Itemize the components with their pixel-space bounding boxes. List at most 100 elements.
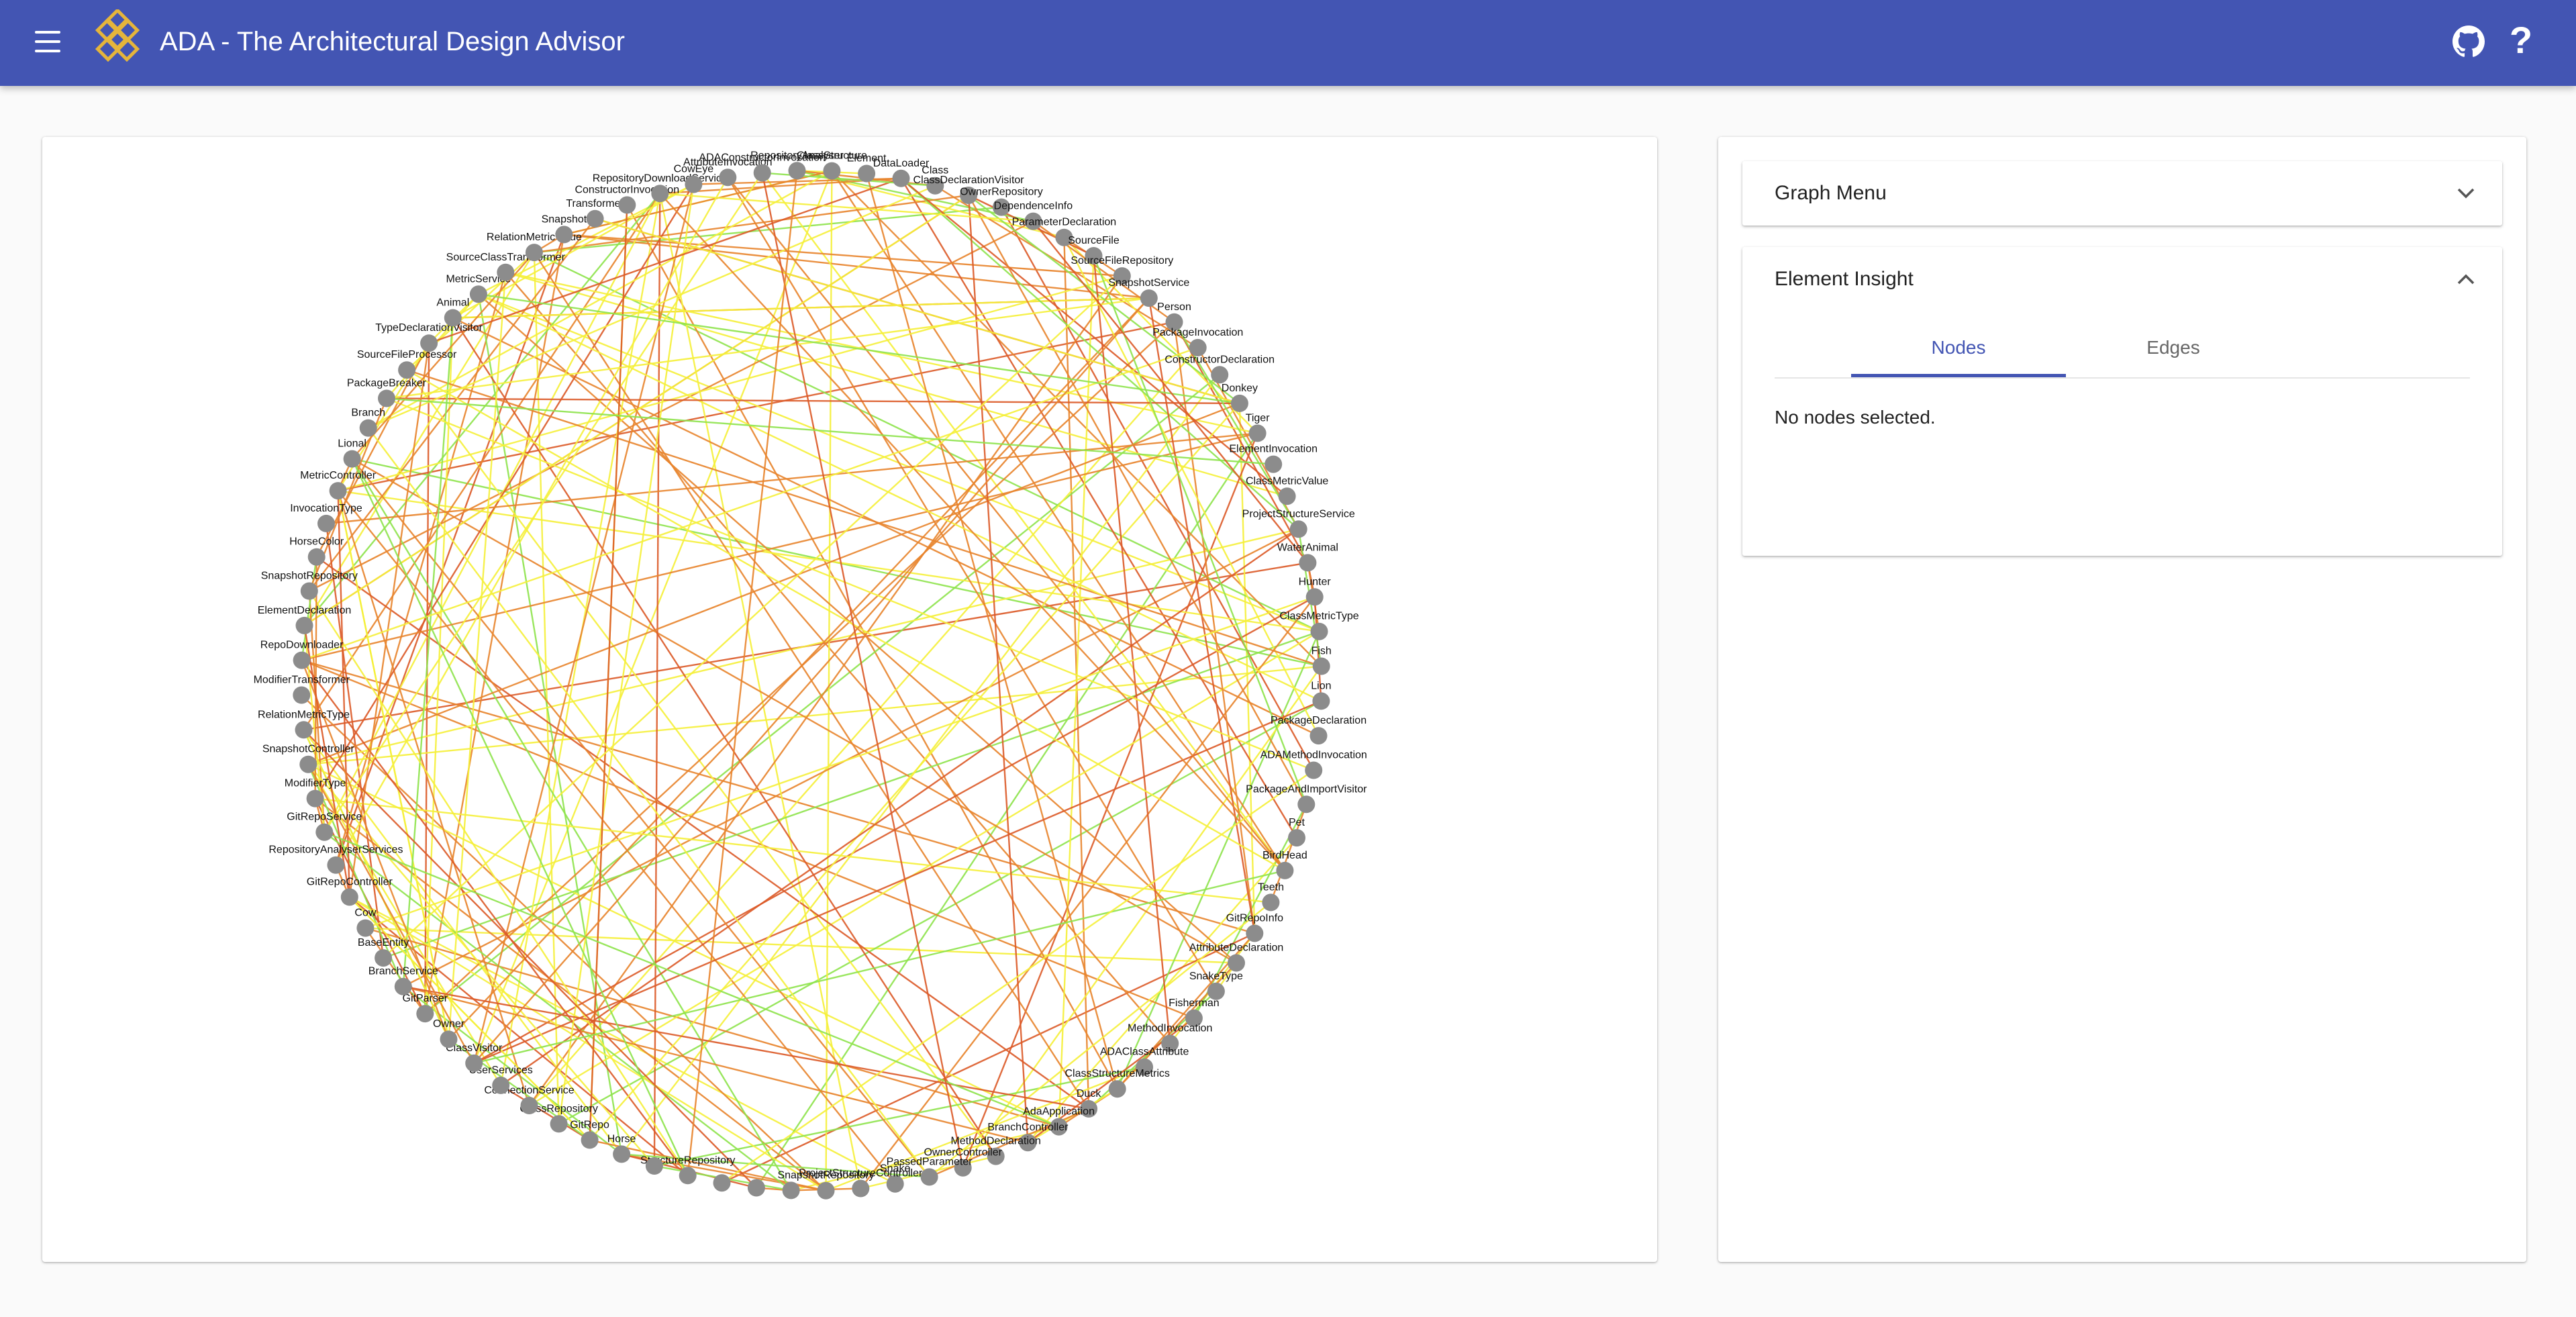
graph-node-circle[interactable] (1246, 924, 1264, 942)
graph-edge[interactable] (386, 397, 1240, 405)
graph-edge[interactable] (452, 297, 1149, 319)
graph-edge[interactable] (831, 170, 1286, 871)
graph-menu-header[interactable]: Graph Menu (1742, 161, 2502, 226)
graph-node[interactable]: Tiger (1246, 412, 1271, 442)
graph-node[interactable]: PackageDeclaration (1271, 715, 1367, 745)
graph-node[interactable] (747, 1179, 765, 1197)
graph-node-circle[interactable] (420, 334, 438, 352)
graph-node[interactable]: InvocationType (290, 503, 362, 532)
graph-node[interactable]: TypeDeclarationVisitor (375, 322, 483, 352)
graph-node-circle[interactable] (293, 686, 311, 704)
graph-node-circle[interactable] (1310, 622, 1328, 640)
graph-node[interactable]: Lion (1311, 680, 1332, 710)
graph-node-circle[interactable] (1230, 394, 1248, 412)
help-icon[interactable]: ? (2505, 20, 2537, 60)
graph-edge[interactable] (1093, 255, 1171, 1044)
graph-node-circle[interactable] (823, 162, 841, 180)
graph-edge[interactable] (324, 831, 1060, 1128)
graph-node-circle[interactable] (1108, 1080, 1126, 1098)
graph-edge[interactable] (308, 528, 1299, 765)
element-insight-header[interactable]: Element Insight (1742, 247, 2502, 311)
graph-node-circle[interactable] (497, 263, 515, 281)
graph-node-circle[interactable] (469, 285, 487, 303)
menu-icon[interactable] (32, 27, 63, 58)
github-icon[interactable] (2453, 26, 2485, 58)
graph-node-circle[interactable] (295, 616, 313, 634)
graph-node-circle[interactable] (1288, 829, 1305, 847)
graph-node-circle[interactable] (1297, 795, 1316, 814)
chevron-up-icon[interactable] (2457, 273, 2475, 286)
graph-node[interactable]: RepoDownloader (260, 640, 344, 669)
graph-node-circle[interactable] (679, 1167, 697, 1185)
graph-canvas[interactable]: ClassStructureElementDataLoaderClassClas… (42, 137, 1657, 1262)
graph-node[interactable]: HorseColor (289, 536, 344, 566)
graph-node[interactable]: PackageAndImportVisitor (1246, 783, 1367, 814)
graph-node-circle[interactable] (1276, 861, 1294, 879)
graph-node-circle[interactable] (394, 977, 412, 995)
graph-node-circle[interactable] (747, 1179, 765, 1197)
graph-node[interactable]: ElementDeclaration (258, 605, 352, 634)
graph-node-circle[interactable] (306, 789, 324, 808)
graph-node-circle[interactable] (1299, 554, 1317, 572)
graph-node[interactable]: SnapshotRepository (261, 571, 358, 600)
graph-edge[interactable] (687, 170, 798, 1176)
graph-node[interactable] (713, 1174, 731, 1192)
graph-node[interactable]: SnakeType (1189, 971, 1243, 1000)
graph-node-circle[interactable] (1305, 761, 1323, 779)
graph-node-circle[interactable] (719, 168, 737, 187)
graph-node-circle[interactable] (1140, 289, 1158, 307)
graph-edge[interactable] (383, 275, 1123, 959)
graph-edge[interactable] (365, 927, 1237, 964)
graph-node-circle[interactable] (520, 1097, 538, 1114)
graph-node-circle[interactable] (892, 169, 910, 187)
graph-edge[interactable] (324, 831, 792, 1191)
graph-node-circle[interactable] (293, 651, 311, 669)
graph-node-circle[interactable] (340, 888, 358, 906)
graph-edge[interactable] (564, 234, 1122, 277)
graph-node-circle[interactable] (1309, 727, 1328, 745)
graph-node-circle[interactable] (440, 1030, 458, 1048)
graph-node[interactable]: ModifierType (285, 778, 346, 808)
graph-node-circle[interactable] (307, 548, 326, 566)
graph-edge[interactable] (365, 596, 1316, 929)
graph-node[interactable]: Teeth (1258, 881, 1284, 912)
graph-node-circle[interactable] (788, 162, 806, 180)
graph-node-circle[interactable] (1211, 366, 1229, 384)
chevron-down-icon[interactable] (2457, 187, 2475, 200)
graph-node-circle[interactable] (299, 755, 317, 773)
graph-menu-panel[interactable]: Graph Menu (1742, 161, 2502, 226)
graph-node-circle[interactable] (416, 1005, 434, 1023)
graph-node-circle[interactable] (525, 244, 543, 262)
graph-node-circle[interactable] (852, 1179, 870, 1198)
graph-node-circle[interactable] (295, 721, 313, 739)
graph-node-circle[interactable] (550, 1115, 568, 1133)
graph-node[interactable]: ElementInvocation (1229, 444, 1318, 473)
graph-node[interactable]: SourceFileProcessor (357, 349, 457, 379)
graph-node-circle[interactable] (1278, 487, 1296, 505)
graph-node-circle[interactable] (753, 164, 771, 182)
graph-node-circle[interactable] (444, 309, 462, 327)
graph-edge[interactable] (860, 596, 1316, 1189)
graph-node[interactable]: ModifierTransformer (254, 675, 350, 704)
graph-node-circle[interactable] (465, 1054, 483, 1072)
tab-edges[interactable]: Edges (2066, 328, 2281, 376)
graph-node-circle[interactable] (651, 185, 669, 203)
tab-nodes[interactable]: Nodes (1851, 328, 2066, 377)
graph-node[interactable] (645, 1157, 663, 1175)
graph-node-circle[interactable] (375, 949, 393, 967)
graph-node-circle[interactable] (398, 361, 416, 379)
graph-node-circle[interactable] (782, 1181, 800, 1200)
graph-node[interactable]: ADAMethodInvocation (1260, 750, 1367, 779)
graph-node-circle[interactable] (300, 582, 318, 600)
graph-edge[interactable] (967, 195, 1029, 1143)
graph-node-circle[interactable] (1248, 424, 1267, 442)
graph-node-circle[interactable] (378, 389, 395, 407)
graph-node-circle[interactable] (492, 1076, 510, 1094)
graph-node-circle[interactable] (618, 196, 636, 214)
graph-node-circle[interactable] (1262, 893, 1280, 912)
graph-node-circle[interactable] (315, 823, 334, 841)
graph-node-circle[interactable] (1312, 657, 1330, 675)
graph-node-circle[interactable] (317, 514, 335, 532)
graph-node-circle[interactable] (613, 1145, 631, 1163)
graph-node[interactable] (782, 1181, 800, 1200)
